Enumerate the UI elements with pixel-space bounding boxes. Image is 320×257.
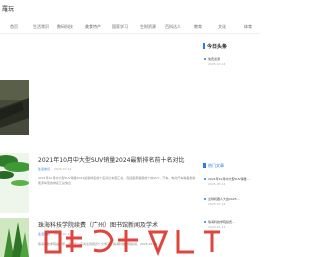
article-1-excerpt: 2021年10月中大型SUV销量2024最新排名前十名对比车型汇总，包括各家销量… [38,176,196,185]
nav-item-resources[interactable]: 生财资源 [140,24,156,30]
today-headline-title: 今日头条 [207,44,228,50]
nav-divider [0,33,260,34]
today-title-bar [203,43,205,49]
article-1-category[interactable]: 生活常识 [38,167,50,171]
nav-item-sports[interactable]: 体育 [244,24,252,30]
today-item-1[interactable]: 免费资源 [208,57,220,61]
nav-item-study[interactable]: 国家学习 [112,24,128,30]
bullet-icon [204,58,206,60]
watermark-overlay [44,229,220,256]
nav-item-life-tips[interactable]: 生活常识 [33,24,49,30]
laptop-photo [0,80,29,135]
green-leaves-photo [0,153,29,213]
nav-item-home[interactable]: 首页 [10,24,18,30]
article-1-thumbnail[interactable] [0,153,29,213]
article-2-thumbnail[interactable] [0,218,29,257]
today-item-1-date: 2025-07-14 [208,62,226,66]
article-1-title[interactable]: 2021年10月中大型SUV销量2024最新排名前十名对比 [38,155,184,164]
banner-image[interactable] [0,80,29,135]
nav-item-culture[interactable]: 文化 [218,24,226,30]
nav-item-digital-tech[interactable]: 数码科技 [57,24,73,30]
forest-photo [0,218,29,257]
hot-item-3[interactable]: 珠海科技学院续费… [208,220,235,224]
hot-item-1-date: 2025-07-14 [208,182,226,186]
article-1-date: 2025-07-14 [54,167,72,171]
nav-item-encyclopedia[interactable]: 百科达人 [165,24,181,30]
article-1-meta: 生活常识 2025-07-14 [38,167,71,171]
nav-item-education[interactable]: 教育 [194,24,202,30]
hot-item-1[interactable]: 2021年10月中大型SUV销量… [208,177,250,181]
bullet-icon [204,178,206,180]
nav-item-food[interactable]: 美食特产 [85,24,101,30]
bullet-icon [204,221,206,223]
bullet-icon [204,198,206,200]
hot-articles-title: 热门文章 [208,163,224,168]
site-title: 羅玩 [2,6,15,13]
hot-title-bar [203,163,206,168]
main-nav: 首页 生活常识 数码科技 美食特产 国家学习 生财资源 百科达人 教育 文化 体… [0,24,260,32]
hot-item-2-date: 2025-07-14 [208,202,226,206]
hot-item-2[interactable]: 全球机器人大会2025… [208,197,240,201]
